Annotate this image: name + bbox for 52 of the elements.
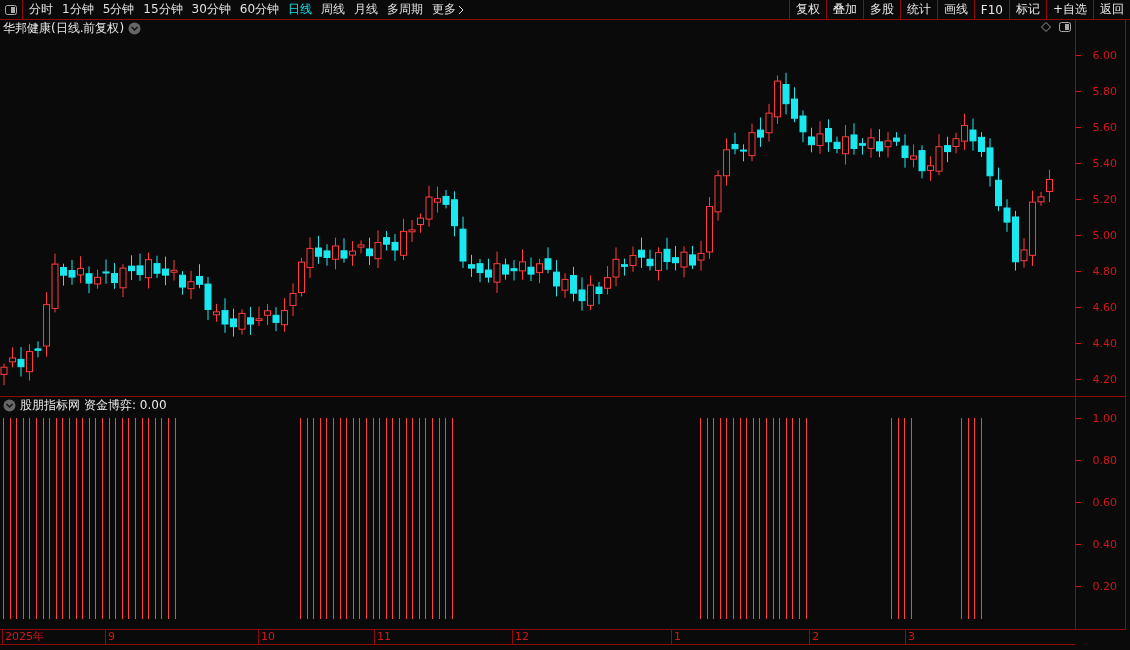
- period-tab[interactable]: 15分钟: [143, 1, 183, 18]
- date-label: 10: [258, 630, 275, 644]
- indicator-label: 0.40: [1092, 537, 1117, 551]
- indicator-label: 0.60: [1092, 495, 1117, 509]
- toolbar-button[interactable]: 多股: [862, 0, 900, 19]
- panel-toggle-icon[interactable]: [5, 4, 17, 15]
- indicator-label: 0.20: [1092, 579, 1117, 593]
- price-label: 5.20: [1092, 192, 1117, 206]
- period-tab[interactable]: 1分钟: [62, 1, 94, 18]
- period-tab[interactable]: 月线: [354, 1, 379, 18]
- period-tab[interactable]: 多周期: [387, 1, 424, 18]
- chart-title: 华邦健康(日线.前复权): [3, 20, 125, 37]
- period-tab[interactable]: 更多: [432, 1, 465, 18]
- price-label: 4.80: [1092, 264, 1117, 278]
- date-label: 11: [374, 630, 391, 644]
- toolbar-button[interactable]: F10: [973, 0, 1009, 19]
- dropdown-icon[interactable]: [3, 399, 16, 412]
- period-tab[interactable]: 日线: [288, 1, 313, 18]
- period-tab[interactable]: 周线: [321, 1, 346, 18]
- dropdown-icon[interactable]: [128, 22, 142, 35]
- period-tab[interactable]: 30分钟: [191, 1, 231, 18]
- date-label: 2025年: [2, 630, 44, 644]
- date-label: 3: [905, 630, 915, 644]
- price-label: 4.40: [1092, 336, 1117, 350]
- date-label: 12: [512, 630, 529, 644]
- price-label: 5.00: [1092, 228, 1117, 242]
- date-label: 2: [809, 630, 819, 644]
- toolbar-button[interactable]: 返回: [1093, 0, 1130, 19]
- indicator-reading: 资金博弈: 0.00: [84, 397, 167, 414]
- toolbar-button[interactable]: 叠加: [825, 0, 863, 19]
- indicator-label: 0.80: [1092, 453, 1117, 467]
- indicator-name: 股朋指标网: [20, 397, 80, 414]
- diamond-icon[interactable]: [1041, 22, 1051, 32]
- toolbar-button[interactable]: 复权: [788, 0, 826, 19]
- period-tab[interactable]: 分时: [29, 1, 53, 18]
- period-tab[interactable]: 60分钟: [239, 1, 280, 18]
- price-label: 5.80: [1092, 84, 1117, 98]
- price-label: 5.40: [1092, 156, 1117, 170]
- toolbar-button[interactable]: 画线: [936, 0, 974, 19]
- indicator-label: 1.00: [1092, 411, 1117, 425]
- toolbar-button[interactable]: 标记: [1008, 0, 1046, 19]
- price-label: 5.60: [1092, 120, 1117, 134]
- price-label: 6.00: [1092, 48, 1117, 62]
- chevron-right-icon: [458, 4, 465, 15]
- date-label: 1: [671, 630, 681, 644]
- price-label: 4.60: [1092, 300, 1117, 314]
- toolbar-button[interactable]: 统计: [899, 0, 937, 19]
- date-label: 9: [105, 630, 115, 644]
- period-tab[interactable]: 5分钟: [102, 1, 135, 18]
- panel-toggle-icon[interactable]: [1059, 22, 1071, 32]
- toolbar-button[interactable]: +自选: [1045, 0, 1093, 19]
- price-label: 4.20: [1092, 372, 1117, 386]
